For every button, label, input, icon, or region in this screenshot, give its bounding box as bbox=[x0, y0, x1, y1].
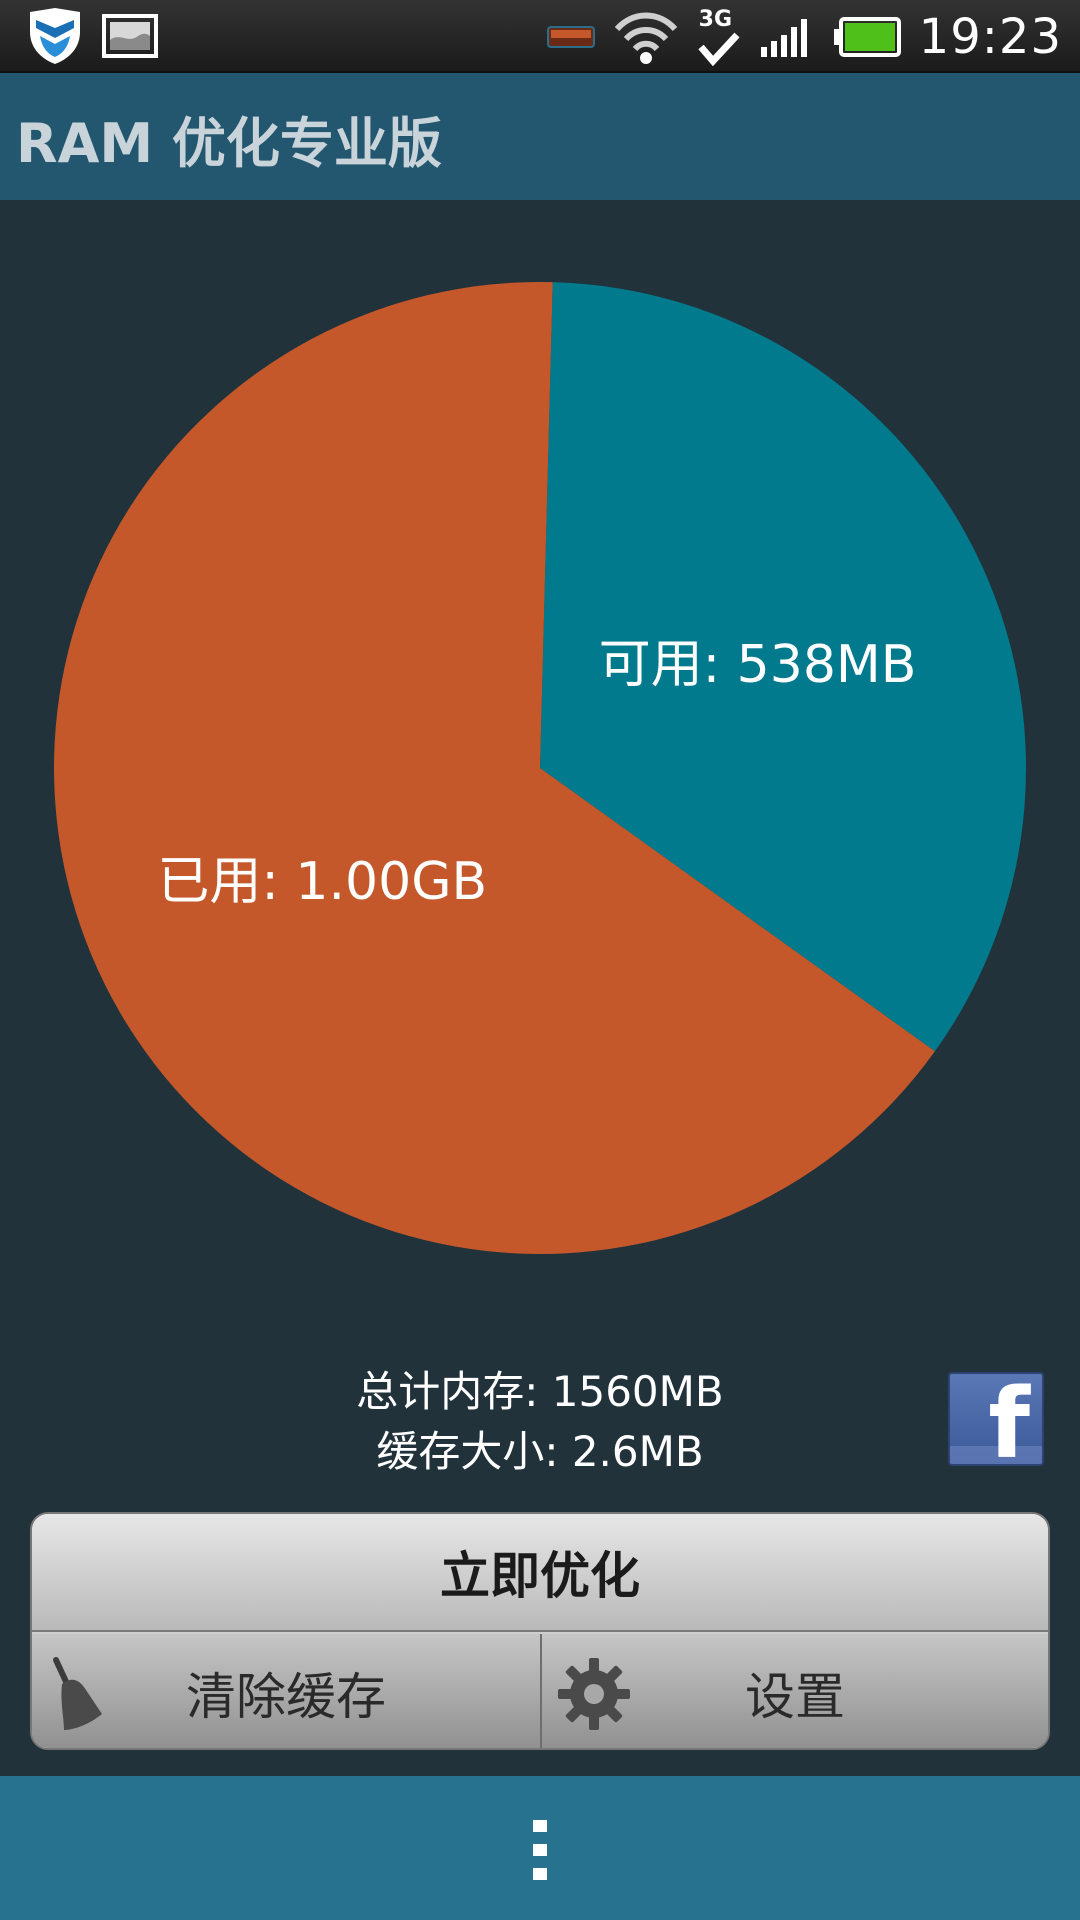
pie-chart-svg bbox=[54, 282, 1026, 1254]
broom-icon bbox=[53, 1657, 102, 1730]
gear-icon bbox=[558, 1658, 630, 1730]
cache-size-text: 缓存大小: 2.6MB bbox=[376, 1427, 704, 1476]
settings-button[interactable]: 设置 bbox=[540, 1634, 1048, 1748]
total-memory-text: 总计内存: 1560MB bbox=[356, 1367, 724, 1416]
clock: 19:23 bbox=[918, 8, 1062, 65]
pie-label-1: 已用: 1.00GB bbox=[157, 851, 488, 912]
secondary-buttons-row: 清除缓存 设置 bbox=[32, 1634, 1048, 1748]
battery-saver-icon bbox=[546, 25, 595, 48]
app-title: RAM 优化专业版 bbox=[16, 112, 442, 175]
clear-cache-button[interactable]: 清除缓存 bbox=[32, 1634, 540, 1748]
clear-cache-label: 清除缓存 bbox=[186, 1668, 386, 1726]
action-buttons: 立即优化 清除缓存 设置 bbox=[30, 1512, 1050, 1750]
overflow-menu-icon[interactable] bbox=[530, 1818, 550, 1882]
optimize-now-button[interactable]: 立即优化 bbox=[32, 1514, 1048, 1632]
wifi-icon bbox=[614, 12, 677, 64]
network-type-label: 3G bbox=[698, 6, 733, 32]
pie-label-0: 可用: 538MB bbox=[598, 635, 917, 696]
picture-notification-icon bbox=[102, 14, 158, 58]
app-bar: RAM 优化专业版 bbox=[0, 73, 1080, 200]
battery-icon bbox=[833, 16, 901, 57]
3g-data-icon: 3G bbox=[697, 5, 741, 69]
memory-info: 总计内存: 1560MB 缓存大小: 2.6MB bbox=[0, 1362, 1080, 1482]
memory-pie-chart: 可用: 538MB 已用: 1.00GB bbox=[0, 200, 1080, 1330]
status-bar: 3G 19:23 bbox=[0, 0, 1080, 73]
facebook-glyph: f bbox=[988, 1372, 1030, 1466]
facebook-icon[interactable]: f bbox=[948, 1372, 1044, 1466]
bottom-action-bar bbox=[0, 1776, 1080, 1920]
shield-app-icon bbox=[30, 8, 80, 64]
signal-icon bbox=[760, 18, 807, 57]
settings-label: 设置 bbox=[745, 1668, 845, 1726]
